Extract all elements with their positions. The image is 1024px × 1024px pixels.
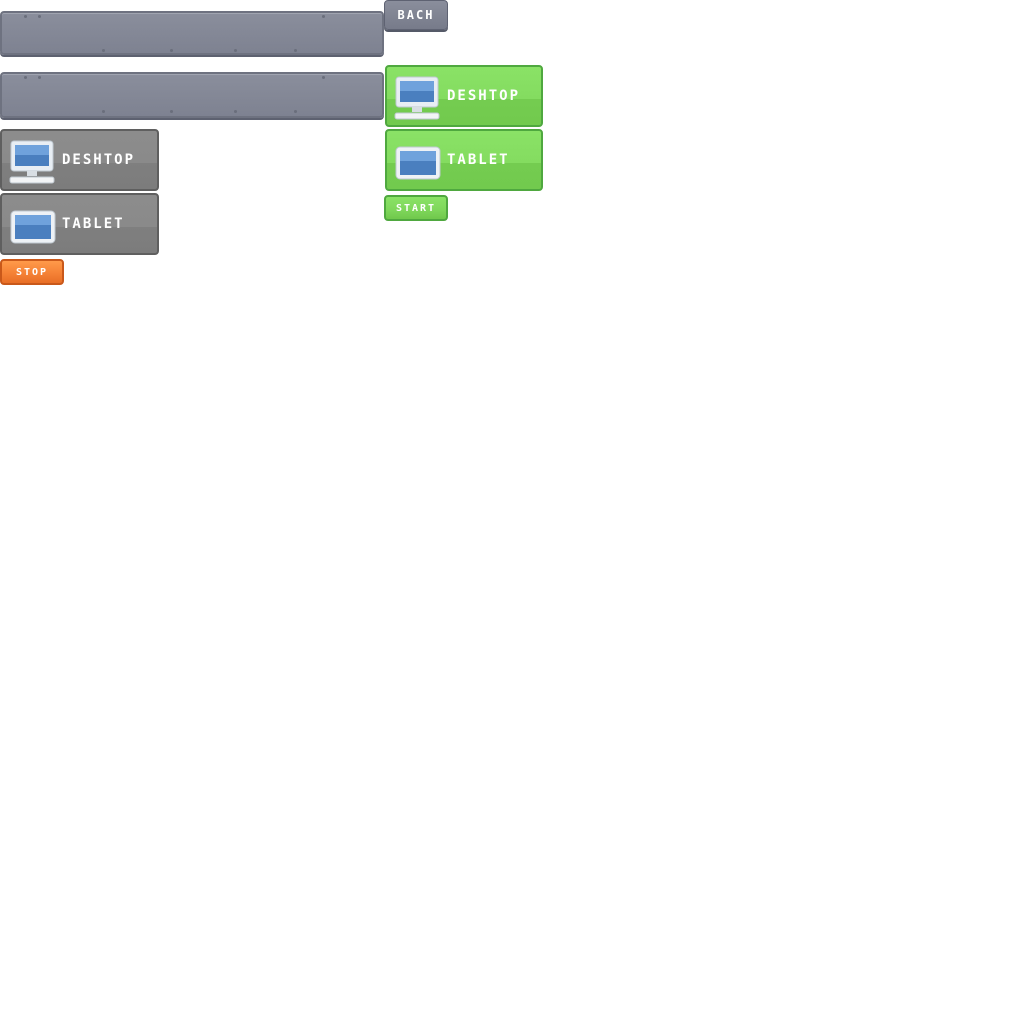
rivet xyxy=(322,76,325,79)
back-button-label: BACH xyxy=(397,8,435,22)
desktop-tile-grey[interactable]: DESHTOP xyxy=(0,129,159,191)
back-button[interactable]: BACH xyxy=(384,0,448,30)
desktop-computer-icon xyxy=(394,76,440,120)
tablet-icon xyxy=(10,210,56,244)
desktop-computer-icon xyxy=(9,140,55,184)
tablet-tile-label: TABLET xyxy=(62,216,125,232)
desktop-tile-label: DESHTOP xyxy=(447,88,521,104)
rivet xyxy=(170,49,173,52)
start-button[interactable]: START xyxy=(384,195,448,221)
rivet xyxy=(38,76,41,79)
input-bar-bottom xyxy=(0,72,384,118)
tablet-tile-label: TABLET xyxy=(447,152,510,168)
input-bar-top xyxy=(0,11,384,55)
rivet xyxy=(234,110,237,113)
rivet xyxy=(170,110,173,113)
tablet-icon xyxy=(395,146,441,180)
rivet xyxy=(24,15,27,18)
sprite-sheet: BACH DESHTOP TABLET DESHTOP TABLET START… xyxy=(0,0,1024,1024)
rivet xyxy=(294,49,297,52)
rivet xyxy=(234,49,237,52)
stop-button-label: STOP xyxy=(15,266,49,278)
desktop-tile-green[interactable]: DESHTOP xyxy=(385,65,543,127)
rivet xyxy=(322,15,325,18)
stop-button[interactable]: STOP xyxy=(0,259,64,285)
desktop-tile-label: DESHTOP xyxy=(62,152,136,168)
rivet xyxy=(102,110,105,113)
rivet xyxy=(38,15,41,18)
rivet xyxy=(24,76,27,79)
start-button-label: START xyxy=(395,202,437,214)
tablet-tile-grey[interactable]: TABLET xyxy=(0,193,159,255)
rivet xyxy=(294,110,297,113)
tablet-tile-green[interactable]: TABLET xyxy=(385,129,543,191)
rivet xyxy=(102,49,105,52)
